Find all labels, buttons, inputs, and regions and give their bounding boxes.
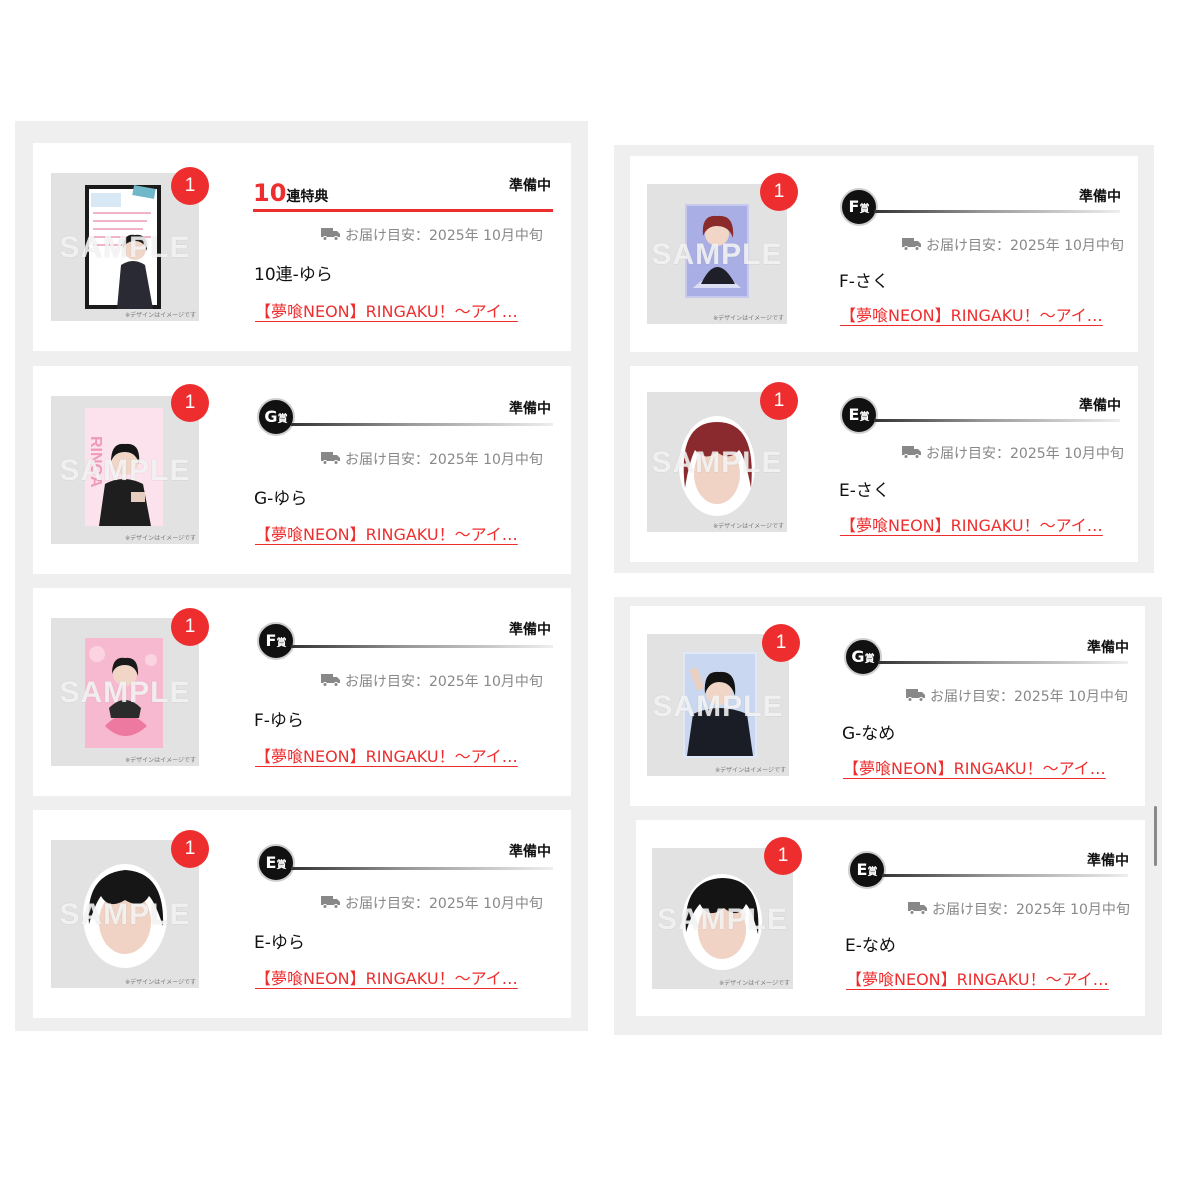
title-underline — [253, 209, 553, 212]
image-note: ※デザインはイメージです — [713, 523, 784, 530]
sample-watermark: SAMPLE — [656, 903, 788, 936]
delivery-estimate: お届け目安：2025年 10月中旬 — [906, 686, 1128, 706]
status-label: 準備中 — [1087, 853, 1129, 869]
status-label: 準備中 — [509, 844, 551, 860]
title-divider — [291, 867, 553, 870]
truck-icon — [906, 688, 926, 706]
title-divider — [878, 661, 1128, 664]
list-item[interactable]: SAMPLE ※デザインはイメージです 1 E賞 準備中 お届け目安：2025年… — [630, 366, 1138, 562]
title-divider — [291, 645, 553, 648]
image-note: ※デザインはイメージです — [715, 767, 786, 774]
truck-icon — [321, 227, 341, 245]
product-name: E-さく — [839, 481, 890, 501]
quantity-badge: 1 — [171, 830, 209, 868]
bonus-number: 10 — [253, 179, 287, 207]
status-label: 準備中 — [1079, 189, 1121, 205]
prize-grade-badge: E賞 — [840, 396, 878, 434]
truck-icon — [321, 673, 341, 691]
product-link[interactable]: 【夢喰NEON】RINGAKU！〜アイ… — [843, 755, 1106, 779]
status-label: 準備中 — [509, 401, 551, 417]
bonus-title: 10連特典 — [253, 179, 328, 207]
sample-watermark: SAMPLE — [652, 690, 784, 723]
prize-grade-badge: G賞 — [257, 398, 295, 436]
product-name: G-ゆら — [254, 489, 308, 509]
quantity-badge: 1 — [762, 624, 800, 662]
image-note: ※デザインはイメージです — [125, 312, 196, 319]
list-item[interactable]: SAMPLE ※デザインはイメージです 1 G賞 準備中 お届け目安：2025年… — [630, 606, 1145, 806]
product-link[interactable]: 【夢喰NEON】RINGAKU！〜アイ… — [840, 302, 1103, 326]
product-link[interactable]: 【夢喰NEON】RINGAKU！〜アイ… — [840, 512, 1103, 536]
list-item[interactable]: SAMPLE ※デザインはイメージです 1 F賞 準備中 お届け目安：2025年… — [630, 156, 1138, 352]
sample-watermark: SAMPLE — [59, 454, 191, 487]
title-divider — [882, 874, 1128, 877]
product-link[interactable]: 【夢喰NEON】RINGAKU！〜アイ… — [255, 298, 518, 322]
list-item[interactable]: SAMPLE ※デザインはイメージです 1 E賞 準備中 お届け目安：2025年… — [33, 810, 571, 1018]
sample-watermark: SAMPLE — [59, 676, 191, 709]
status-label: 準備中 — [509, 178, 551, 194]
status-label: 準備中 — [1079, 398, 1121, 414]
product-link[interactable]: 【夢喰NEON】RINGAKU！〜アイ… — [255, 965, 518, 989]
quantity-badge: 1 — [171, 167, 209, 205]
status-label: 準備中 — [1087, 640, 1129, 656]
delivery-estimate: お届け目安：2025年 10月中旬 — [908, 899, 1130, 919]
product-link[interactable]: 【夢喰NEON】RINGAKU！〜アイ… — [255, 521, 518, 545]
sample-watermark: SAMPLE — [59, 898, 191, 931]
sample-watermark: SAMPLE — [651, 238, 783, 271]
product-name: E-ゆら — [254, 933, 305, 953]
quantity-badge: 1 — [764, 837, 802, 875]
bonus-label: 連特典 — [286, 189, 329, 205]
image-note: ※デザインはイメージです — [713, 315, 784, 322]
quantity-badge: 1 — [760, 382, 798, 420]
product-thumbnail: RINGA SAMPLE ※デザインはイメージです — [51, 396, 199, 544]
list-item[interactable]: SAMPLE ※デザインはイメージです 1 E賞 準備中 お届け目安：2025年… — [636, 820, 1145, 1016]
truck-icon — [908, 901, 928, 919]
product-name: F-さく — [839, 272, 889, 292]
product-link[interactable]: 【夢喰NEON】RINGAKU！〜アイ… — [846, 966, 1109, 990]
prize-grade-badge: F賞 — [840, 188, 878, 226]
status-label: 準備中 — [509, 622, 551, 638]
image-note: ※デザインはイメージです — [125, 535, 196, 542]
truck-icon — [321, 451, 341, 469]
delivery-estimate: お届け目安：2025年 10月中旬 — [321, 449, 543, 469]
prize-grade-badge: E賞 — [848, 851, 886, 889]
list-item[interactable]: SAMPLE ※デザインはイメージです 1 F賞 準備中 お届け目安：2025年… — [33, 588, 571, 796]
prize-grade-badge: G賞 — [844, 638, 882, 676]
title-divider — [874, 419, 1120, 422]
truck-icon — [902, 445, 922, 463]
quantity-badge: 1 — [760, 173, 798, 211]
quantity-badge: 1 — [171, 608, 209, 646]
scrollbar[interactable] — [1154, 806, 1157, 866]
delivery-estimate: お届け目安：2025年 10月中旬 — [321, 225, 543, 245]
delivery-estimate: お届け目安：2025年 10月中旬 — [321, 671, 543, 691]
delivery-estimate: お届け目安：2025年 10月中旬 — [902, 443, 1124, 463]
product-name: 10連-ゆら — [254, 265, 333, 285]
product-name: F-ゆら — [254, 711, 304, 731]
product-name: G-なめ — [842, 724, 896, 744]
image-note: ※デザインはイメージです — [125, 979, 196, 986]
delivery-estimate: お届け目安：2025年 10月中旬 — [321, 893, 543, 913]
sample-watermark: SAMPLE — [651, 446, 783, 479]
prize-grade-badge: E賞 — [257, 844, 295, 882]
delivery-estimate: お届け目安：2025年 10月中旬 — [902, 235, 1124, 255]
image-note: ※デザインはイメージです — [719, 980, 790, 987]
truck-icon — [902, 237, 922, 255]
sample-watermark: SAMPLE — [59, 231, 191, 264]
list-item[interactable]: SAMPLE ※デザインはイメージです 1 10連特典 準備中 お届け目安：20… — [33, 143, 571, 351]
list-item[interactable]: RINGA SAMPLE ※デザインはイメージです 1 G賞 準備中 お届け目安… — [33, 366, 571, 574]
quantity-badge: 1 — [171, 384, 209, 422]
title-divider — [874, 210, 1120, 213]
title-divider — [291, 423, 553, 426]
prize-grade-badge: F賞 — [257, 622, 295, 660]
truck-icon — [321, 895, 341, 913]
product-link[interactable]: 【夢喰NEON】RINGAKU！〜アイ… — [255, 743, 518, 767]
product-name: E-なめ — [845, 936, 896, 956]
image-note: ※デザインはイメージです — [125, 757, 196, 764]
